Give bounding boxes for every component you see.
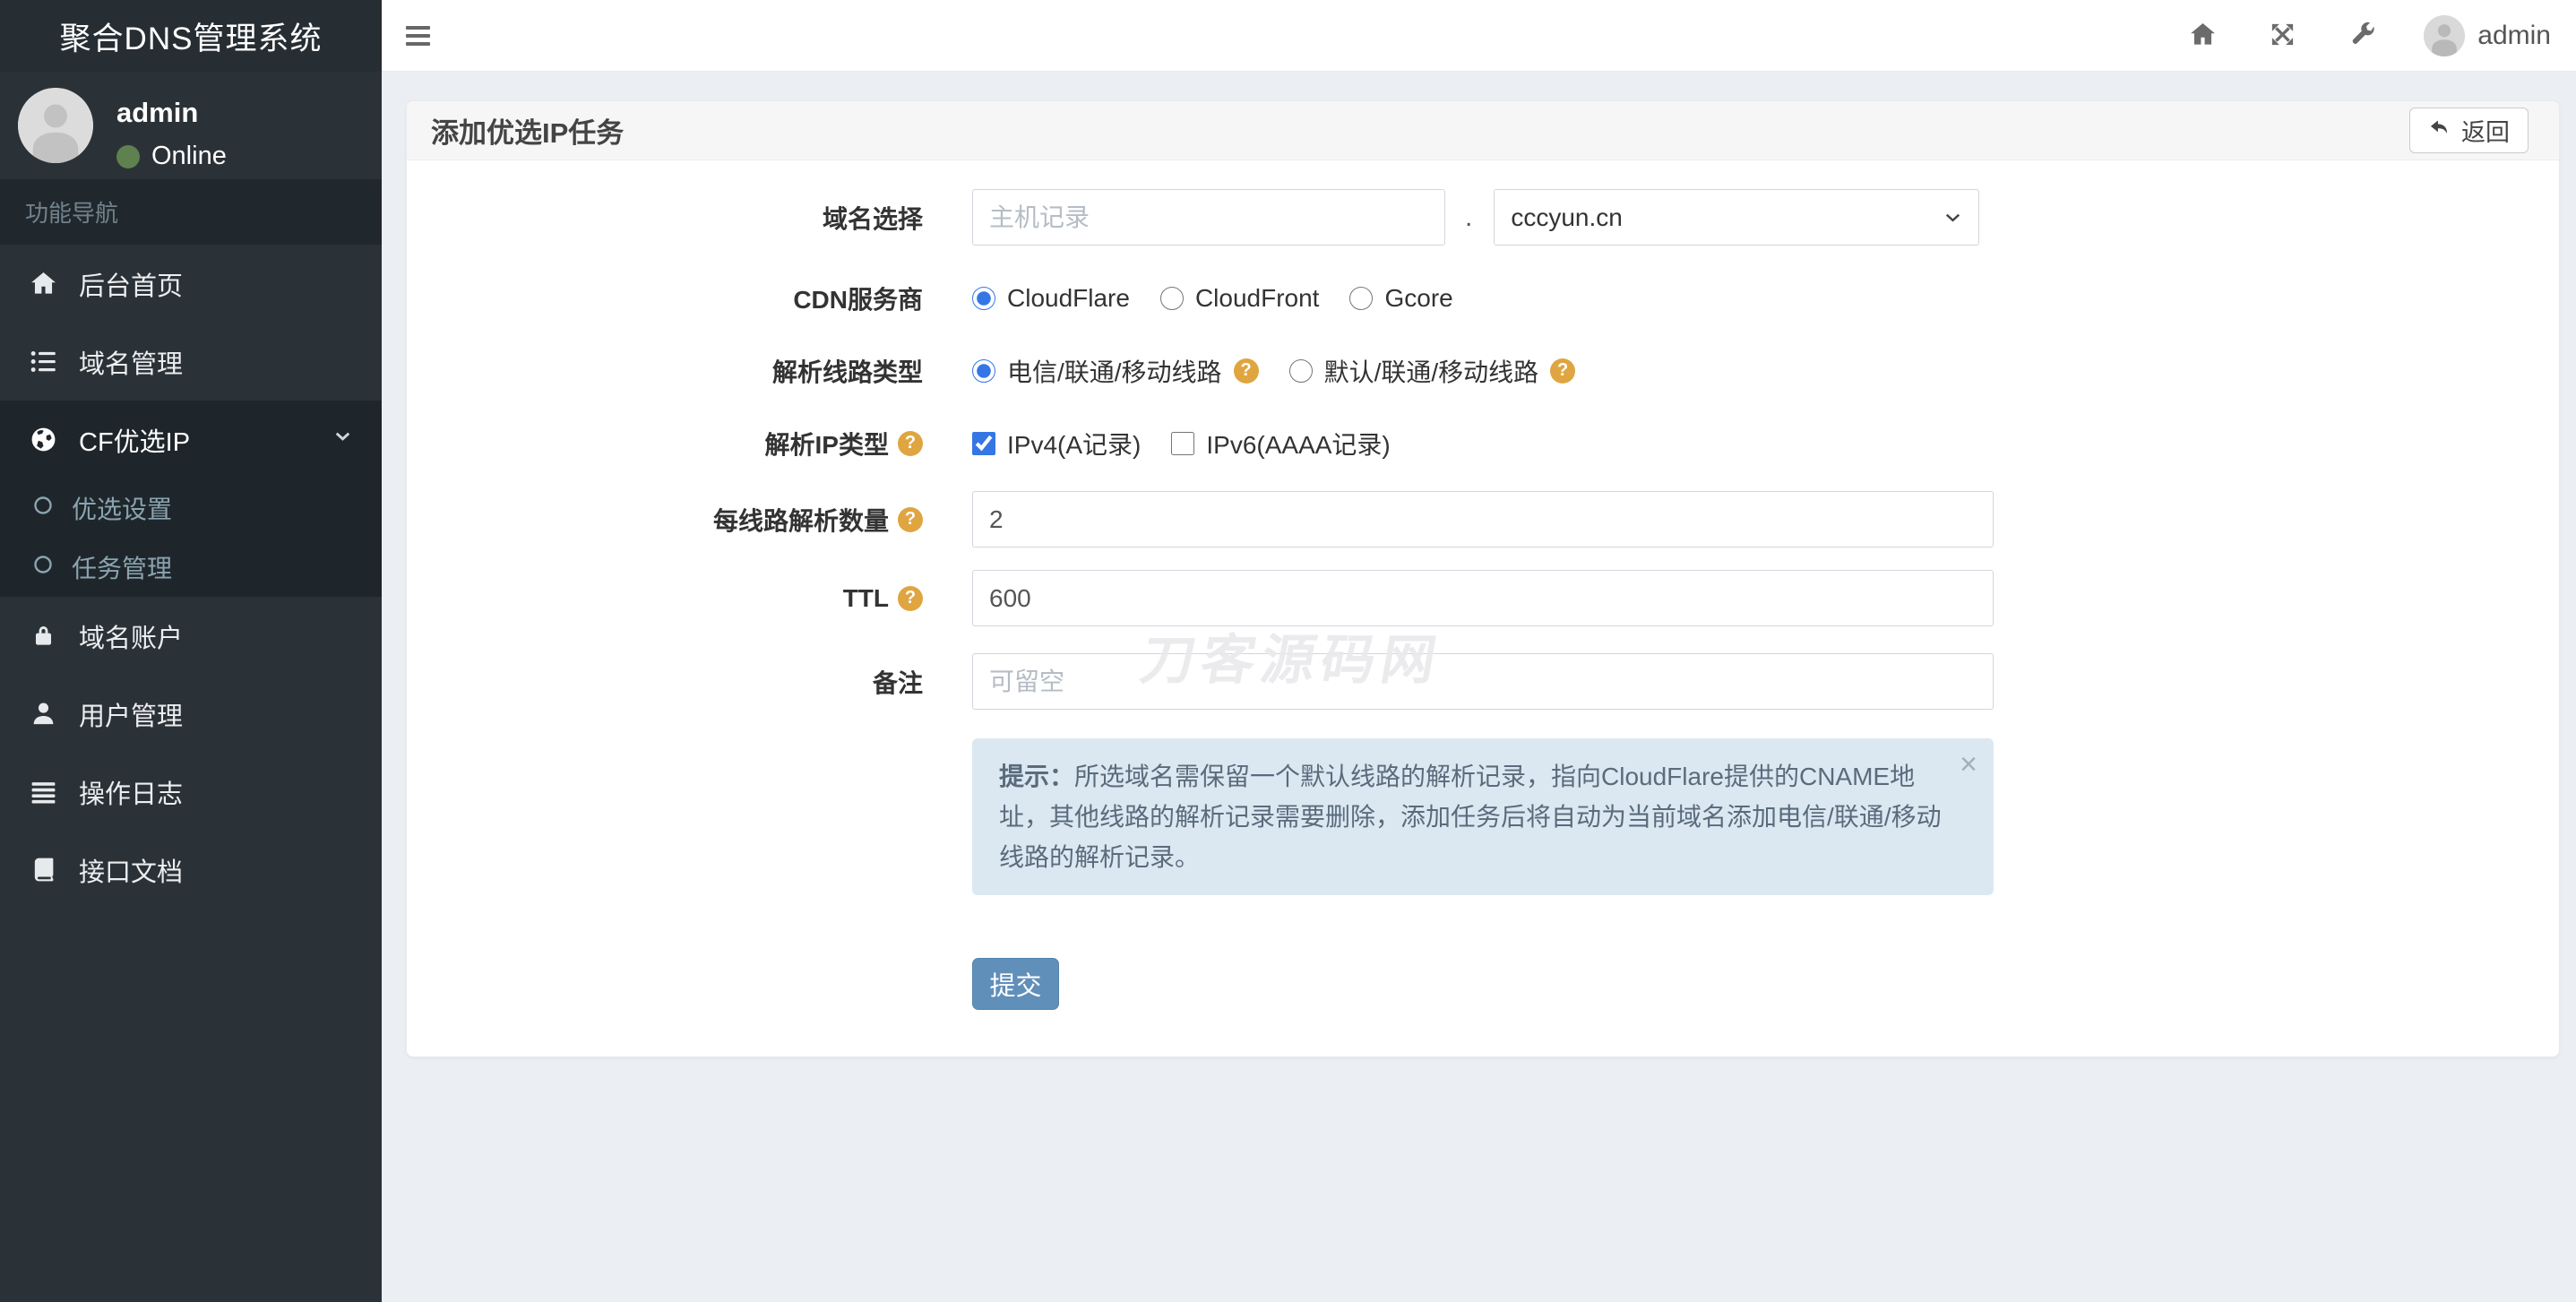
home-button[interactable] [2163, 0, 2243, 72]
sidebar-nav-header: 功能导航 [0, 179, 382, 245]
form-row-cdn: CDN服务商 CloudFlare CloudFront Gcore [407, 270, 2559, 326]
host-record-input[interactable] [972, 189, 1445, 246]
radio-cloudfront[interactable]: CloudFront [1159, 284, 1319, 313]
sidebar-item-label: 操作日志 [79, 780, 184, 809]
sidebar-item-users[interactable]: 用户管理 [0, 675, 382, 753]
home-icon [2189, 21, 2217, 51]
form-row-remark: 备注 [407, 653, 2559, 710]
sidebar-item-domain-accounts[interactable]: 域名账户 [0, 597, 382, 675]
help-icon[interactable]: ? [898, 430, 923, 456]
back-button[interactable]: 返回 [2409, 108, 2529, 153]
form-row-per-line: 每线路解析数量 ? [407, 491, 2559, 548]
help-icon[interactable]: ? [898, 585, 923, 611]
domain-separator: . [1465, 202, 1473, 232]
reply-icon [2428, 116, 2451, 145]
app-brand[interactable]: 聚合DNS管理系统 [0, 0, 382, 72]
sidebar-user-status: Online [151, 142, 227, 170]
sidebar-toggle-button[interactable] [406, 15, 447, 56]
sidebar-menu: 后台首页 域名管理 CF优选IP 优选设置 任务管理 域名账户 用户管理 操作日… [0, 245, 382, 909]
sidebar-item-label: 用户管理 [79, 702, 184, 731]
circle-icon [32, 494, 54, 522]
hint-alert: 提示：所选域名需保留一个默认线路的解析记录，指向CloudFlare提供的CNA… [972, 738, 1994, 895]
submit-button[interactable]: 提交 [972, 958, 1059, 1010]
chevron-down-icon [331, 424, 355, 455]
user-avatar [18, 88, 93, 163]
fullscreen-button[interactable] [2243, 0, 2322, 72]
radio-default-lines[interactable]: 默认/联通/移动线路 ? [1288, 353, 1576, 389]
user-menu[interactable]: admin [2402, 14, 2551, 56]
th-list-icon [27, 778, 59, 806]
form-row-ttl: TTL ? [407, 570, 2559, 626]
ttl-label: TTL [842, 583, 889, 612]
help-icon[interactable]: ? [1233, 358, 1259, 384]
radio-isp-lines[interactable]: 电信/联通/移动线路 ? [972, 353, 1259, 389]
sidebar-item-label: 域名账户 [79, 624, 184, 653]
hint-text: 所选域名需保留一个默认线路的解析记录，指向CloudFlare提供的CNAME地… [999, 763, 1942, 871]
top-navbar: admin [382, 0, 2576, 72]
sidebar-item-task-management[interactable]: 任务管理 [0, 538, 382, 597]
sidebar-item-cf-ip[interactable]: CF优选IP [0, 401, 382, 479]
sidebar-item-logs[interactable]: 操作日志 [0, 753, 382, 831]
hint-label: 提示： [999, 763, 1075, 790]
close-icon[interactable]: × [1960, 749, 1977, 780]
sidebar-item-label: 任务管理 [72, 555, 173, 582]
sidebar-user-name: admin [116, 97, 199, 128]
form-row-line-type: 解析线路类型 电信/联通/移动线路 ? 默认/联通/移动线路 ? [407, 342, 2559, 399]
wrench-icon [2348, 21, 2376, 51]
user-avatar [2424, 14, 2466, 56]
help-icon[interactable]: ? [898, 506, 923, 532]
form-row-domain: 域名选择 . cccyun.cn [407, 189, 2559, 246]
page-title: 添加优选IP任务 [431, 117, 625, 149]
user-icon [27, 700, 59, 728]
sidebar-item-label: 接口文档 [79, 858, 184, 887]
online-status-dot [116, 144, 140, 168]
help-icon[interactable]: ? [1550, 358, 1576, 384]
radio-cloudflare[interactable]: CloudFlare [972, 284, 1130, 313]
sidebar-item-label: CF优选IP [79, 427, 191, 457]
ip-type-label: 解析IP类型 [764, 430, 889, 459]
back-button-label: 返回 [2461, 119, 2510, 146]
book-icon [27, 856, 59, 884]
sidebar-submenu: 优选设置 任务管理 [0, 479, 382, 597]
lock-icon [27, 622, 59, 650]
expand-arrows-icon [2269, 21, 2296, 51]
navbar-username: admin [2477, 20, 2551, 50]
domain-label: 域名选择 [822, 204, 923, 233]
ttl-input[interactable] [972, 570, 1994, 626]
sidebar: 聚合DNS管理系统 admin Online 功能导航 后台首页 域名管理 CF… [0, 0, 382, 1302]
home-icon [27, 270, 59, 297]
sidebar-item-domains[interactable]: 域名管理 [0, 323, 382, 401]
checkbox-ipv6[interactable]: IPv6(AAAA记录) [1171, 426, 1391, 461]
sidebar-item-label: 后台首页 [79, 272, 184, 301]
globe-icon [27, 426, 59, 453]
radio-gcore[interactable]: Gcore [1349, 284, 1453, 313]
cdn-label: CDN服务商 [793, 285, 923, 314]
sidebar-item-preferred-settings[interactable]: 优选设置 [0, 479, 382, 538]
sidebar-item-dashboard[interactable]: 后台首页 [0, 245, 382, 323]
per-line-label: 每线路解析数量 [712, 506, 889, 535]
circle-icon [32, 553, 54, 582]
form-row-ip-type: 解析IP类型 ? IPv4(A记录) IPv6(AAAA记录) [407, 415, 2559, 471]
content-area: 添加优选IP任务 返回 域名选择 . cccyun.cn [382, 72, 2576, 1302]
remark-input[interactable] [972, 653, 1994, 710]
add-task-card: 添加优选IP任务 返回 域名选择 . cccyun.cn [406, 100, 2560, 1057]
domain-select[interactable]: cccyun.cn [1494, 189, 1980, 246]
remark-label: 备注 [872, 668, 923, 697]
sidebar-item-api-docs[interactable]: 接口文档 [0, 831, 382, 909]
sidebar-item-label: 优选设置 [72, 496, 173, 523]
settings-button[interactable] [2322, 0, 2402, 72]
sidebar-item-label: 域名管理 [79, 349, 184, 379]
sidebar-user-panel: admin Online [0, 72, 382, 179]
per-line-count-input[interactable] [972, 491, 1994, 548]
checkbox-ipv4[interactable]: IPv4(A记录) [972, 426, 1141, 461]
line-type-label: 解析线路类型 [771, 358, 923, 386]
list-icon [27, 348, 59, 375]
